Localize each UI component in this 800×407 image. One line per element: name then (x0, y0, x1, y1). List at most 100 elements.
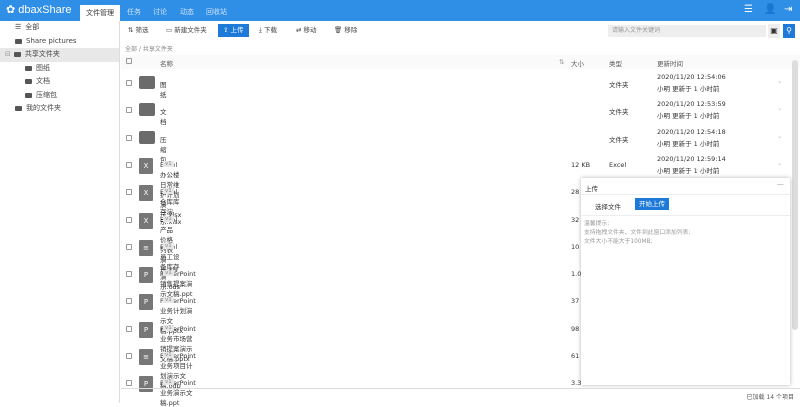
version-badge: v1 (163, 215, 174, 222)
sidebar-item-documents[interactable]: 文档 (0, 75, 119, 89)
row-checkbox[interactable] (126, 80, 132, 86)
choose-file-button[interactable]: 选择文件 (591, 199, 625, 213)
row-checkbox[interactable] (126, 216, 132, 223)
sidebar-item-label: 我的文件夹 (26, 104, 61, 112)
updated-by: 小明 更新于 1 小时前 (657, 112, 720, 121)
menu-icon[interactable]: ☰ (744, 4, 753, 15)
update-time: 2020/11/20 12:54:06 (657, 73, 726, 81)
folder-icon (139, 76, 155, 89)
sidebar-item-all[interactable]: ☰ 全部 (0, 21, 119, 35)
version-badge: v1 (163, 297, 174, 304)
folder-icon (139, 130, 155, 144)
table-row[interactable]: XExcel办公楼日常维护计划演示.xlsxv112 KBExcel2020/1… (121, 152, 791, 219)
row-checkbox[interactable] (126, 353, 132, 359)
sidebar-item-label: 图纸 (36, 63, 50, 72)
updated-by: 小明 更新于 1 小时前 (657, 166, 720, 175)
ppt-file-icon: P (139, 294, 153, 311)
sidebar-item-shared-folder[interactable]: ⊟ 共享文件夹 (0, 48, 119, 62)
remove-button[interactable]: 🗑 移除 (329, 24, 362, 37)
column-type[interactable]: 类型 (609, 58, 622, 68)
sidebar: ☰ 全部 Share pictures ⊟ 共享文件夹 图纸 文档 压缩包 我的文件… (0, 21, 120, 403)
version-badge: v1 (163, 324, 174, 331)
row-checkbox[interactable] (126, 243, 132, 250)
sidebar-item-my-folder[interactable]: 我的文件夹 (0, 102, 119, 116)
update-time: 2020/11/20 12:53:59 (657, 100, 726, 109)
update-time: 2020/11/20 12:59:14 (657, 154, 726, 163)
tab-discussion[interactable]: 讨论 (153, 0, 167, 21)
tab-activity[interactable]: 动态 (180, 0, 194, 21)
sort-icon[interactable]: ⇅ (559, 58, 564, 66)
file-size: 28 (571, 188, 580, 197)
folder-search-icon[interactable]: ▣ (768, 24, 780, 38)
table-row[interactable]: 图纸 文件夹 2020/11/20 12:54:06 小明 更新于 1 小时前 ⌄ (121, 70, 791, 99)
collapse-icon[interactable]: ⊟ (5, 48, 11, 62)
move-button[interactable]: ⇄ 移动 (291, 24, 322, 37)
folder-icon (15, 106, 22, 112)
upload-button[interactable]: ⇪ 上传 (218, 24, 249, 37)
row-checkbox[interactable] (126, 134, 132, 141)
sidebar-item-archives[interactable]: 压缩包 (0, 89, 119, 103)
ppt-file-icon: P (139, 321, 153, 338)
column-size[interactable]: 大小 (571, 58, 584, 68)
ppt-file-icon: P (139, 267, 153, 284)
sidebar-item-drawings[interactable]: 图纸 (0, 62, 119, 76)
row-checkbox[interactable] (126, 298, 132, 305)
sidebar-item-label: 文档 (36, 77, 50, 85)
row-checkbox[interactable] (126, 380, 132, 387)
row-checkbox[interactable] (126, 325, 132, 332)
version-badge: v1 (163, 379, 174, 386)
version-badge: v1 (163, 270, 174, 277)
search-input[interactable]: 请输入文件关键词 (608, 25, 766, 37)
chevron-down-icon[interactable]: ⌄ (777, 159, 782, 167)
row-checkbox[interactable] (126, 271, 132, 278)
breadcrumb[interactable]: 全部 / 共享文件夹 (125, 44, 173, 53)
status-bar: 已加载 14 个项目 (121, 388, 800, 403)
logo: ✿ dbaxShare (6, 4, 72, 16)
column-name[interactable]: 名称 (160, 58, 173, 68)
download-button[interactable]: ⤓ 下载 (254, 24, 282, 37)
sidebar-item-share-pictures[interactable]: Share pictures (0, 35, 119, 49)
table-row[interactable]: 文档 文件夹 2020/11/20 12:53:59 小明 更新于 1 小时前 ⌄ (121, 97, 791, 126)
chevron-down-icon[interactable]: ⌄ (777, 104, 782, 112)
filter-button[interactable]: ⇅ 筛选 (123, 24, 154, 37)
hint-text: 支持拖拽文件夹、文件到此窗口添加列表; (584, 230, 691, 236)
file-size: 1.0 (571, 270, 582, 279)
list-icon: ☰ (15, 23, 22, 31)
file-size: 98 (571, 324, 580, 333)
scrollbar[interactable] (792, 60, 798, 330)
tab-tasks[interactable]: 任务 (127, 0, 141, 21)
folder-icon (25, 65, 32, 71)
tab-file-management[interactable]: 文件管理 (80, 5, 120, 21)
start-upload-button[interactable]: 开始上传 (635, 198, 669, 210)
version-badge: v1 (163, 188, 174, 195)
column-updated[interactable]: 更新时间 (657, 58, 683, 68)
logout-icon[interactable]: ⇥ (784, 4, 792, 15)
loaded-count: 已加载 14 个项目 (746, 394, 794, 401)
file-size: 32 (571, 215, 580, 224)
new-folder-button[interactable]: ▭ 新建文件夹 (161, 24, 212, 37)
updated-by: 小明 更新于 1 小时前 (657, 85, 720, 93)
file-type: 文件夹 (609, 135, 629, 144)
doc-file-icon: ≡ (139, 349, 153, 365)
folder-icon (25, 79, 32, 85)
upload-panel: 上传 — 选择文件 开始上传 温馨提示: 支持拖拽文件夹、文件到此窗口添加列表;… (581, 178, 790, 385)
search-icon[interactable]: ⚲ (783, 24, 795, 38)
chevron-down-icon[interactable]: ⌄ (777, 132, 782, 140)
row-checkbox[interactable] (126, 189, 132, 196)
sidebar-item-label: Share pictures (26, 36, 77, 45)
minimize-icon[interactable]: — (777, 180, 784, 188)
table-header: 名称 ⇅ 大小 类型 更新时间 (121, 55, 800, 69)
folder-icon (25, 92, 32, 98)
select-all-checkbox[interactable] (126, 58, 132, 64)
sidebar-item-label: 共享文件夹 (24, 50, 60, 58)
row-checkbox[interactable] (126, 161, 132, 168)
sidebar-item-label: 压缩包 (36, 90, 57, 99)
updated-by: 小明 更新于 1 小时前 (657, 139, 720, 148)
folder-icon (15, 38, 22, 44)
table-row[interactable]: 压缩包 文件夹 2020/11/20 12:54:18 小明 更新于 1 小时前 ⌄ (121, 125, 791, 164)
row-checkbox[interactable] (126, 107, 132, 114)
user-icon[interactable]: 👤 (764, 4, 776, 15)
chevron-down-icon[interactable]: ⌄ (777, 77, 782, 85)
tab-recycle-bin[interactable]: 回收站 (206, 0, 227, 21)
version-badge: v1 (163, 352, 174, 358)
